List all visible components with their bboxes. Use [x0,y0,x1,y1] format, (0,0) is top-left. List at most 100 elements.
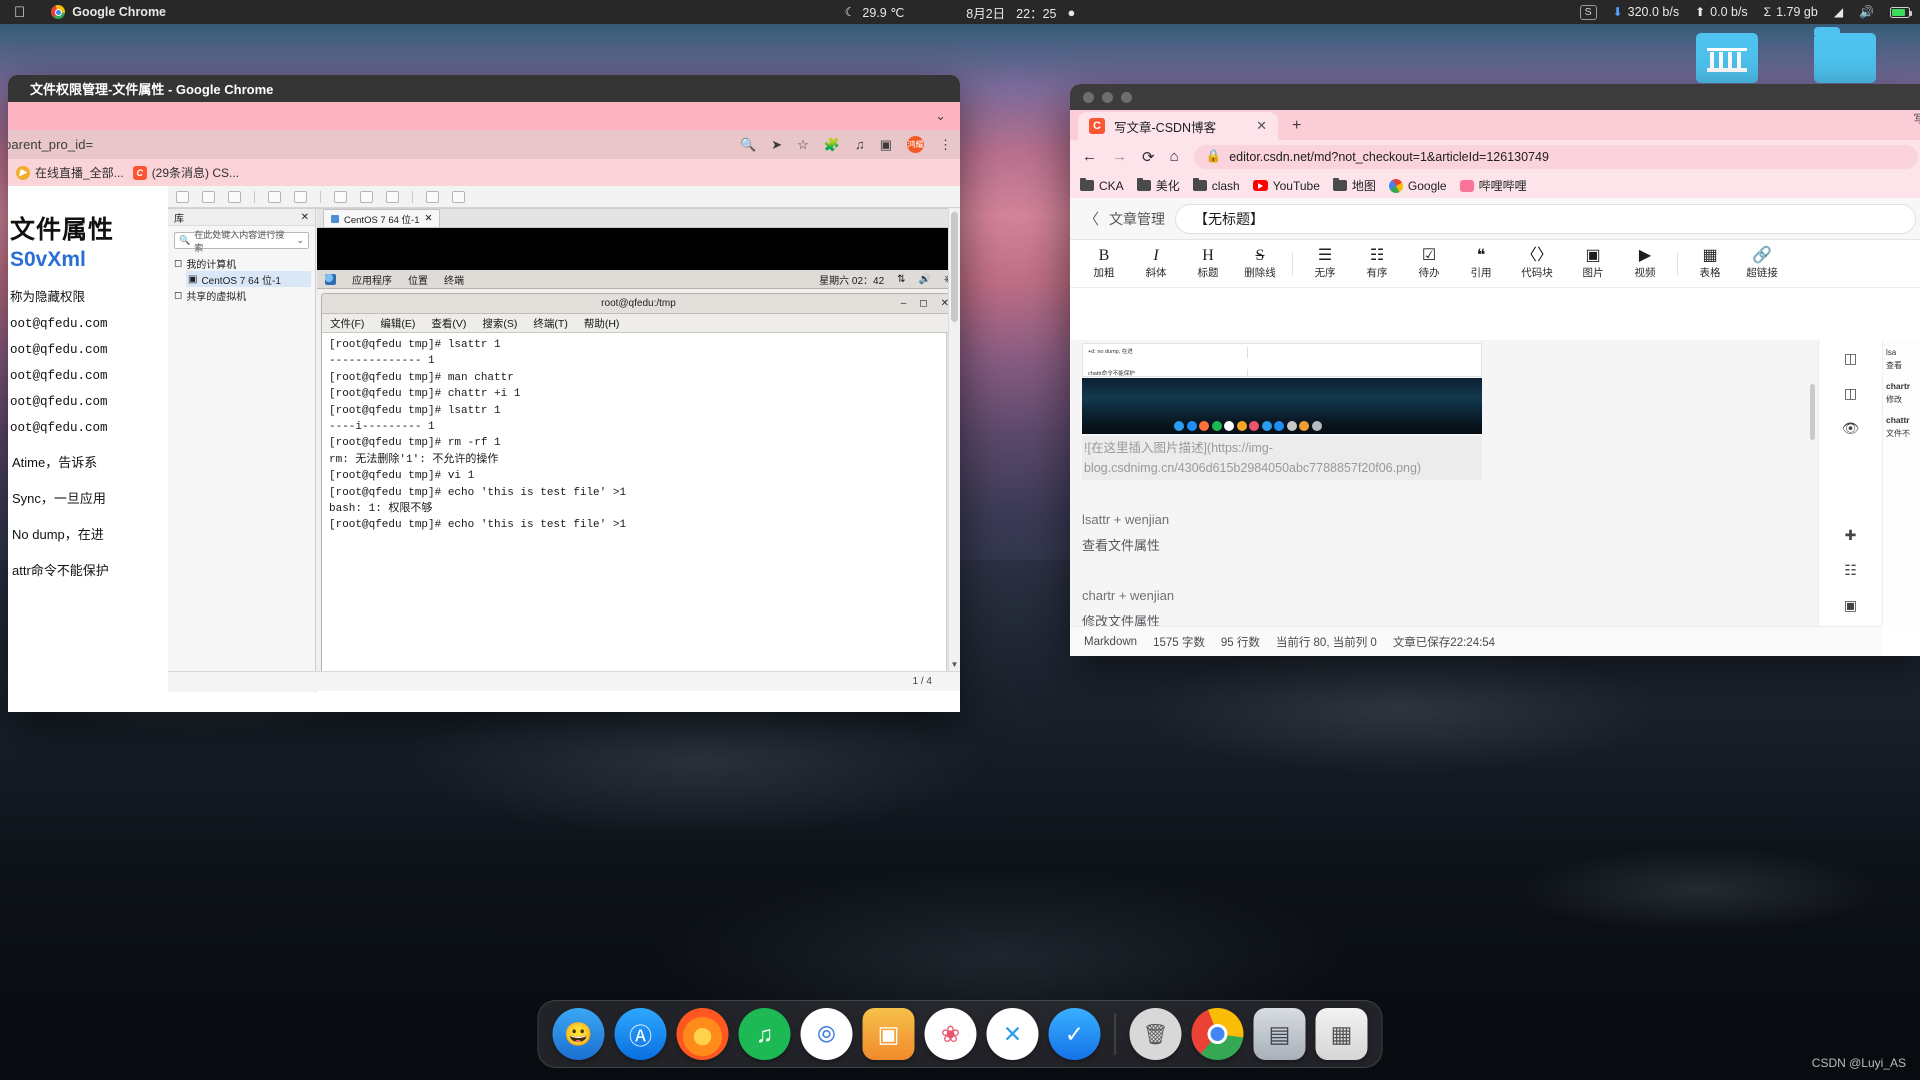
desktop-icon-bank[interactable] [1690,33,1764,83]
tab-csdn-editor[interactable]: C 写文章-CSDN博客 ✕ [1078,112,1278,140]
screen-icon[interactable]: ▣ [1844,597,1857,614]
terminal-menu-terminal[interactable]: 终端(T) [533,316,567,331]
extensions-icon[interactable]: 🧩 [824,137,840,153]
dock-app-firefox[interactable] [676,1008,729,1060]
dock-app-finder[interactable]: 😀 [552,1008,605,1060]
toolbar-icon[interactable] [452,190,465,203]
terminal-menu-view[interactable]: 查看(V) [431,316,466,331]
chrome-bookmarks-bar[interactable]: ▶ 在线直播_全部... C (29条消息) CS... [8,159,960,186]
toolbar-icon[interactable] [386,190,399,203]
chrome-menu-icon[interactable]: ⋮ [939,137,952,153]
csdn-editor-window[interactable]: C 写文章-CSDN博客 ✕ + 写 ← → ⟳ ⌂ 🔒 editor.csdn… [1070,84,1920,656]
battery-status[interactable] [1890,6,1912,18]
page-scrollbar[interactable]: ▲ ▼ [948,208,960,671]
csdn-tabstrip[interactable]: C 写文章-CSDN博客 ✕ + 写 [1070,110,1920,140]
apple-logo-icon[interactable]:  [14,5,25,20]
desktop-icon-folder[interactable] [1808,27,1882,83]
editor-paragraph[interactable]: 查看文件属性 [1082,536,1160,556]
dock-app-chrome[interactable] [1191,1008,1244,1060]
chrome-window-ppt[interactable]: 文件权限管理-文件属性 - Google Chrome ⌄ parent_pro… [8,75,960,712]
zoom-button[interactable] [1121,91,1132,103]
library-search-input[interactable]: 🔍 在此处键入内容进行搜索 ⌄ [174,230,309,253]
home-button[interactable]: ⌂ [1170,148,1179,165]
download-speed-indicator[interactable]: ⬇ 320.0 b/s [1613,5,1680,19]
markdown-image-alt[interactable]: ![在这里插入图片描述](https://img-blog.csdnimg.cn… [1082,436,1482,480]
toolbar-italic[interactable]: I 斜体 [1130,247,1182,280]
close-icon[interactable]: ✕ [425,213,433,224]
gnome-clock[interactable]: 星期六 02：42 [819,272,884,287]
bookmark-item[interactable]: C (29条消息) CS... [132,164,239,181]
terminal-menu-search[interactable]: 搜索(S) [482,316,517,331]
toolbar-hyperlink[interactable]: 🔗 超链接 [1736,247,1788,280]
close-button[interactable] [1083,91,1094,103]
chevron-down-icon[interactable]: ⌄ [296,235,304,246]
vm-tree[interactable]: ◻ 我的计算机 ▣ CentOS 7 64 位-1 ◻ 共享的虚拟机 [174,255,315,303]
toolbar-icon[interactable] [228,190,241,203]
bookmark-youtube[interactable]: YouTube [1252,179,1320,193]
reload-button[interactable]: ⟳ [1142,148,1155,166]
vm-tree-node-my-computer[interactable]: ◻ 我的计算机 [174,255,315,271]
toolbar-code-block[interactable]: 〈〉 代码块 [1507,247,1567,280]
bookmark-bilibili[interactable]: 哔哩哔哩 [1459,177,1527,194]
weather-widget[interactable]: ☾ 29.9 ℃ [845,5,905,20]
scrollbar-thumb[interactable] [951,212,958,322]
toolbar-bold[interactable]: B 加粗 [1078,247,1130,280]
chrome-omnibox[interactable]: parent_pro_id= 🔍 ➤ ☆ 🧩 ♫ ▣ 鸿耀 ⋮ [8,130,960,159]
toolbar-icon[interactable] [360,190,373,203]
dock-app-trash[interactable]: 🗑 [1129,1008,1182,1060]
sidepanel-icon[interactable]: ▣ [880,137,892,153]
gnome-menu-places[interactable]: 位置 [408,272,428,287]
terminal-menu-file[interactable]: 文件(F) [330,316,364,331]
toolbar-image[interactable]: ▣ 图片 [1567,247,1619,280]
toolbar-icon[interactable] [176,190,189,203]
wifi-status[interactable]: ◢ [1834,5,1843,19]
close-icon[interactable]: ✕ [1256,118,1267,134]
zoom-icon[interactable]: 🔍 [740,137,756,153]
toolbar-icon[interactable] [426,190,439,203]
editor-paragraph[interactable]: chartr + wenjian [1082,586,1174,606]
csdn-editor-header[interactable]: 〈 文章管理 【无标题】 [1070,198,1920,240]
toolbar-video[interactable]: ▶ 视频 [1619,247,1671,280]
toolbar-table[interactable]: ▦ 表格 [1684,247,1736,280]
dock-app-photos-manager[interactable]: ▣ [862,1008,915,1060]
csdn-bookmarks-bar[interactable]: CKA 美化 clash YouTube 地图 Google 哔哩哔哩 [1070,173,1920,198]
terminal-menu-edit[interactable]: 编辑(E) [380,316,415,331]
editor-side-rail[interactable]: ◫ ◫ 👁 ✚ ☷ ▣ [1818,340,1882,626]
volume-icon[interactable]: 🔊 [919,274,931,285]
editor-paragraph[interactable]: 修改文件属性 [1082,612,1160,626]
terminal-menu-help[interactable]: 帮助(H) [584,316,620,331]
toolbar-quote[interactable]: ❝ 引用 [1455,247,1507,280]
terminal-output[interactable]: [root@qfedu tmp]# lsattr 1 -------------… [322,333,955,686]
dock-app-app-store[interactable]: Ⓐ [614,1008,667,1060]
volume-status[interactable]: 🔊 [1859,5,1874,19]
flow-icon[interactable]: ☷ [1844,562,1857,579]
address-bar[interactable]: 🔒 editor.csdn.net/md?not_checkout=1&arti… [1193,144,1918,169]
gnome-terminal-window[interactable]: root@qfedu:/tmp – ◻ ✕ 文件(F) 编辑(E) 查看(V) [321,293,956,687]
bookmark-item[interactable]: ▶ 在线直播_全部... [16,164,124,181]
minimize-icon[interactable]: – [901,298,907,309]
vm-tree-node-centos[interactable]: ▣ CentOS 7 64 位-1 [186,271,311,287]
toolbar-unordered-list[interactable]: ☰ 无序 [1299,247,1351,280]
target-icon[interactable]: ✚ [1845,527,1857,544]
eye-icon[interactable]: 👁 [1842,420,1860,437]
toolbar-icon[interactable] [334,190,347,203]
bookmark-meihua[interactable]: 美化 [1136,177,1180,194]
dock-app-spotify[interactable]: ♫ [738,1008,791,1060]
chevron-left-icon[interactable]: 〈 [1084,208,1099,229]
shortcut-key-indicator[interactable]: S [1579,4,1597,20]
back-button[interactable]: ← [1082,148,1097,165]
active-app-name[interactable]: Google Chrome [72,5,166,19]
toolbar-heading[interactable]: H 标题 [1182,247,1234,280]
toolbar-icon[interactable] [294,190,307,203]
article-manage-link[interactable]: 文章管理 [1109,209,1165,229]
maximize-icon[interactable]: ◻ [919,298,927,309]
menubar-clock[interactable]: 8月2日 22：25 ● [966,3,1075,22]
bookmark-map[interactable]: 地图 [1332,177,1376,194]
dock-app-photos[interactable]: ❀ [924,1008,977,1060]
scroll-down-icon[interactable]: ▼ [949,659,960,671]
terminal-window-buttons[interactable]: – ◻ ✕ [901,298,949,309]
csdn-editor-toolbar[interactable]: B 加粗 I 斜体 H 标题 S 删除线 ☰ 无序 ☷ 有序 ☑ 待办 ❝ 引用… [1070,240,1920,288]
split-icon[interactable]: ◫ [1844,385,1857,402]
network-icon[interactable]: ⇅ [897,274,905,285]
editor-paragraph[interactable]: lsattr + wenjian [1082,510,1169,530]
